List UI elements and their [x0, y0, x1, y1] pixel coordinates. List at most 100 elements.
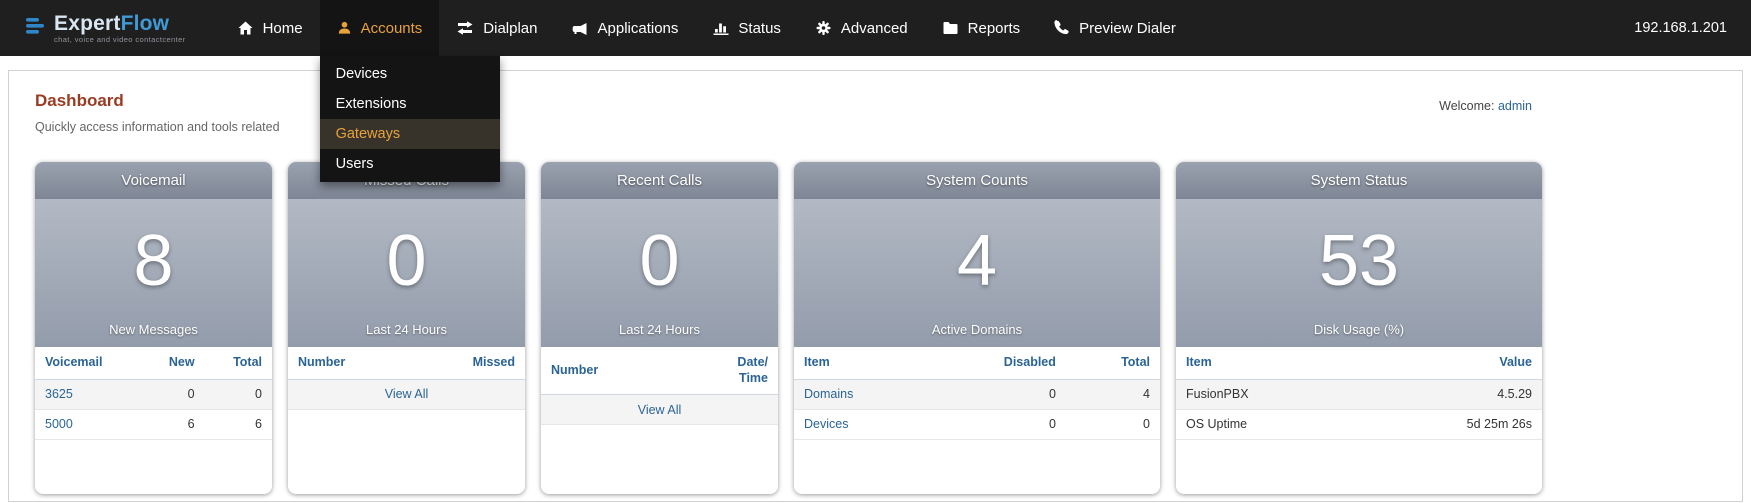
nav-item-preview-dialer[interactable]: Preview Dialer — [1037, 0, 1193, 56]
page-title: Dashboard — [35, 91, 280, 111]
top-navbar: ExpertFlow chat, voice and video contact… — [0, 0, 1751, 56]
card-value: 0 — [386, 199, 426, 322]
nav-label: Dialplan — [483, 20, 537, 37]
brand-name-primary: Expert — [54, 12, 121, 35]
table-cell[interactable]: Domains — [794, 379, 927, 409]
table-row: 500066 — [35, 409, 272, 439]
column-header: Disabled — [927, 347, 1066, 379]
view-all-row: View All — [288, 379, 525, 409]
column-header: Voicemail — [35, 347, 142, 379]
table-cell: 0 — [927, 379, 1066, 409]
column-header: Number — [288, 347, 411, 379]
page-header: Dashboard Quickly access information and… — [35, 91, 1742, 134]
gear-icon — [815, 20, 832, 36]
table-row: Domains 04 — [794, 379, 1160, 409]
card-table: ItemDisabledTotal Domains 04 Devices 00 — [794, 347, 1160, 440]
nav-item-applications[interactable]: Applications — [555, 0, 696, 56]
card-value: 53 — [1319, 199, 1399, 322]
brand-name-secondary: Flow — [121, 12, 170, 35]
brand-text: ExpertFlow chat, voice and video contact… — [54, 13, 186, 44]
page-subtitle: Quickly access information and tools rel… — [35, 120, 280, 134]
card-recent-calls: Recent Calls 0 Last 24 Hours NumberDate/… — [541, 162, 778, 494]
home-icon — [237, 20, 254, 36]
view-all-link[interactable]: View All — [638, 403, 682, 417]
column-header: Item — [794, 347, 927, 379]
table-link[interactable]: 3625 — [45, 387, 73, 401]
view-all-link[interactable]: View All — [385, 387, 429, 401]
table-row: 362500 — [35, 379, 272, 409]
card-value: 0 — [639, 199, 679, 322]
table-row: Devices 00 — [794, 409, 1160, 439]
column-header: Value — [1356, 347, 1542, 379]
dropdown-item-users[interactable]: Users — [320, 149, 500, 179]
table-header-row: NumberMissed — [288, 347, 525, 379]
column-header: Total — [1066, 347, 1160, 379]
brand-logo[interactable]: ExpertFlow chat, voice and video contact… — [24, 13, 186, 44]
table-header-row: NumberDate/ Time — [541, 347, 778, 395]
folder-icon — [942, 20, 959, 36]
nav-item-home[interactable]: Home — [220, 0, 320, 56]
table-link[interactable]: 5000 — [45, 417, 73, 431]
table-header-row: VoicemailNewTotal — [35, 347, 272, 379]
table-cell[interactable]: View All — [541, 395, 778, 425]
card-value: 4 — [957, 199, 997, 322]
card-missed-calls: Missed Calls 0 Last 24 Hours NumberMisse… — [288, 162, 525, 494]
welcome-text: Welcome: admin — [1439, 91, 1532, 113]
column-header: Number — [541, 347, 676, 395]
table-cell: OS Uptime — [1176, 409, 1356, 439]
cards-row: Voicemail 8 New Messages VoicemailNewTot… — [35, 162, 1742, 494]
table-cell: 4.5.29 — [1356, 379, 1542, 409]
dropdown-item-extensions[interactable]: Extensions — [320, 89, 500, 119]
table-row: FusionPBX4.5.29 — [1176, 379, 1542, 409]
card-value-label: Last 24 Hours — [619, 322, 700, 347]
card-title: Recent Calls — [541, 162, 778, 199]
card-value-label: Active Domains — [932, 322, 1022, 347]
accounts-dropdown: Devices Extensions Gateways Users — [320, 56, 500, 182]
column-header: Missed — [411, 347, 525, 379]
table-cell[interactable]: 5000 — [35, 409, 142, 439]
server-ip: 192.168.1.201 — [1634, 20, 1727, 36]
content-panel: Dashboard Quickly access information and… — [8, 70, 1743, 502]
table-cell: FusionPBX — [1176, 379, 1356, 409]
column-header: Date/ Time — [676, 347, 778, 395]
card-table: NumberDate/ Time View All — [541, 347, 778, 425]
dropdown-item-gateways[interactable]: Gateways — [320, 119, 500, 149]
table-cell[interactable]: View All — [288, 379, 525, 409]
view-all-row: View All — [541, 395, 778, 425]
table-header-row: ItemValue — [1176, 347, 1542, 379]
table-cell: 0 — [1066, 409, 1160, 439]
table-cell: 5d 25m 26s — [1356, 409, 1542, 439]
megaphone-icon — [572, 20, 589, 36]
card-value-label: New Messages — [109, 322, 198, 347]
table-link[interactable]: Domains — [804, 387, 853, 401]
card-voicemail: Voicemail 8 New Messages VoicemailNewTot… — [35, 162, 272, 494]
card-value: 8 — [133, 199, 173, 322]
card-table: ItemValue FusionPBX4.5.29OS Uptime5d 25m… — [1176, 347, 1542, 440]
table-cell: 4 — [1066, 379, 1160, 409]
column-header: Total — [205, 347, 272, 379]
table-cell[interactable]: Devices — [794, 409, 927, 439]
card-system-counts: System Counts 4 Active Domains ItemDisab… — [794, 162, 1160, 494]
nav-label: Status — [738, 20, 781, 37]
welcome-user-link[interactable]: admin — [1498, 99, 1532, 113]
nav-label: Home — [263, 20, 303, 37]
nav-item-accounts[interactable]: Accounts Devices Extensions Gateways Use… — [320, 0, 440, 56]
bar-chart-icon — [712, 20, 729, 36]
table-cell: 6 — [142, 409, 205, 439]
table-cell[interactable]: 3625 — [35, 379, 142, 409]
table-cell: 0 — [927, 409, 1066, 439]
brand-tagline: chat, voice and video contactcenter — [54, 36, 186, 44]
user-icon — [337, 20, 352, 36]
nav-item-reports[interactable]: Reports — [925, 0, 1038, 56]
dropdown-item-devices[interactable]: Devices — [320, 59, 500, 89]
nav-label: Applications — [598, 20, 679, 37]
card-hero: 53 Disk Usage (%) — [1176, 199, 1542, 347]
table-link[interactable]: Devices — [804, 417, 848, 431]
nav-item-advanced[interactable]: Advanced — [798, 0, 925, 56]
brand-bars-icon — [24, 15, 46, 42]
column-header: New — [142, 347, 205, 379]
card-hero: 4 Active Domains — [794, 199, 1160, 347]
nav-label: Accounts — [361, 20, 423, 37]
nav-item-status[interactable]: Status — [695, 0, 798, 56]
nav-item-dialplan[interactable]: Dialplan — [439, 0, 554, 56]
